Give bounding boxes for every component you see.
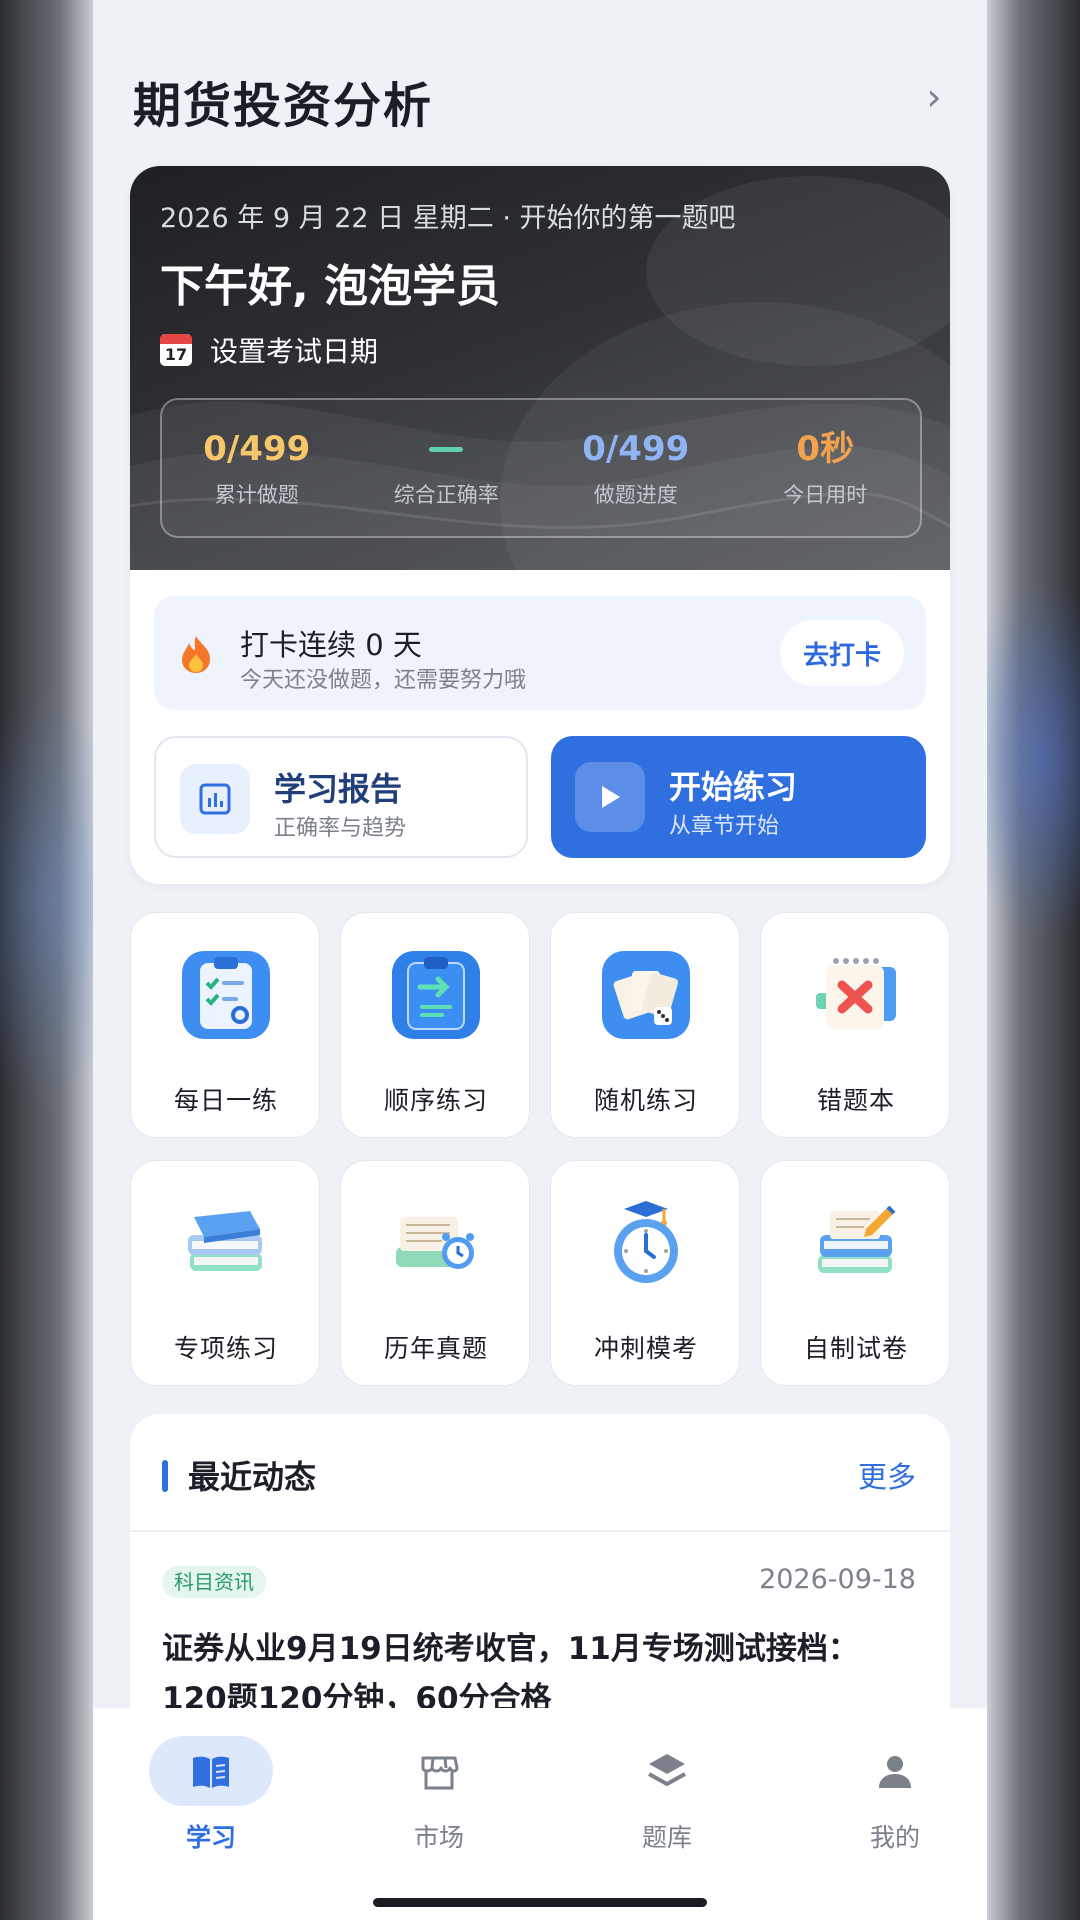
greeting: 下午好, 泡泡学员 <box>160 261 501 312</box>
tile-sequential-practice[interactable]: 顺序练习 <box>340 912 530 1138</box>
stat-label: 今日用时 <box>783 483 868 507</box>
news-category-badge: 科目资讯 <box>162 1566 266 1598</box>
tile-mock-exam[interactable]: 冲刺模考 <box>550 1160 740 1386</box>
set-exam-date[interactable]: 17 设置考试日期 <box>160 332 378 368</box>
play-icon <box>575 762 645 832</box>
calendar-x-icon <box>816 958 896 1029</box>
checkin-button[interactable]: 去打卡 <box>780 620 904 686</box>
tile-daily-practice[interactable]: 每日一练 <box>130 912 320 1138</box>
app-screen: 期货投资分析 › 2026 年 9 月 22 日 星期二 · 开始你的第一题吧 … <box>93 0 987 1920</box>
tile-wrong-answers[interactable]: 错题本 <box>760 912 950 1138</box>
books-pen-icon <box>818 1205 896 1273</box>
study-overview-card: 2026 年 9 月 22 日 星期二 · 开始你的第一题吧 下午好, 泡泡学员… <box>130 166 950 884</box>
streak-subtitle: 今天还没做题，还需要努力哦 <box>240 668 527 693</box>
study-report-button[interactable]: 学习报告 正确率与趋势 <box>154 736 528 858</box>
checkin-streak-banner: 打卡连续 0 天 今天还没做题，还需要努力哦 去打卡 <box>154 596 926 710</box>
cards-dice-icon <box>602 951 690 1039</box>
section-title: 最近动态 <box>188 1458 317 1496</box>
tile-label: 顺序练习 <box>383 1086 488 1115</box>
stat-value: 0秒 <box>796 429 855 469</box>
fire-icon <box>182 636 210 673</box>
tile-past-exams[interactable]: 历年真题 <box>340 1160 530 1386</box>
stat-time-today: 0秒 今日用时 <box>731 400 921 536</box>
streak-title: 打卡连续 0 天 <box>240 628 422 662</box>
section-accent-bar <box>162 1460 168 1492</box>
tab-market[interactable]: 市场 <box>359 1736 519 1852</box>
date-line: 2026 年 9 月 22 日 星期二 · 开始你的第一题吧 <box>160 203 736 234</box>
person-icon <box>879 1756 911 1788</box>
calendar-icon: 17 <box>160 334 192 366</box>
tile-label: 历年真题 <box>383 1334 488 1363</box>
chevron-right-icon[interactable]: › <box>919 78 949 116</box>
report-subtitle: 正确率与趋势 <box>274 816 407 841</box>
bar-chart-icon <box>180 764 250 834</box>
stat-value: 0/499 <box>203 429 311 469</box>
tile-topic-practice[interactable]: 专项练习 <box>130 1160 320 1386</box>
tab-question-bank[interactable]: 题库 <box>587 1736 747 1852</box>
stopwatch-cap-icon <box>614 1201 678 1283</box>
layers-icon <box>648 1754 686 1786</box>
tab-label: 题库 <box>641 1823 692 1852</box>
stat-label: 综合正确率 <box>393 483 499 507</box>
tile-label: 专项练习 <box>173 1334 278 1363</box>
empty-value-dash <box>429 447 464 452</box>
home-indicator[interactable] <box>373 1898 707 1907</box>
stat-accuracy: 综合正确率 <box>352 400 542 536</box>
page-header: 期货投资分析 › <box>93 0 987 166</box>
stat-label: 做题进度 <box>593 483 678 507</box>
stat-total-answered: 0/499 累计做题 <box>162 400 352 536</box>
start-title: 开始练习 <box>669 768 798 806</box>
divider <box>130 1530 950 1532</box>
report-title: 学习报告 <box>274 770 403 808</box>
tile-label: 随机练习 <box>593 1086 698 1115</box>
clipboard-checklist-icon <box>182 951 270 1039</box>
news-date: 2026-09-18 <box>759 1564 916 1595</box>
tab-study[interactable]: 学习 <box>131 1736 291 1852</box>
tile-label: 自制试卷 <box>803 1334 908 1363</box>
book-open-icon <box>193 1756 229 1788</box>
tile-random-practice[interactable]: 随机练习 <box>550 912 740 1138</box>
hero-banner: 2026 年 9 月 22 日 星期二 · 开始你的第一题吧 下午好, 泡泡学员… <box>130 166 950 570</box>
tab-label: 市场 <box>413 1823 464 1852</box>
stat-progress: 0/499 做题进度 <box>541 400 731 536</box>
page-title: 期货投资分析 <box>133 78 434 134</box>
more-link[interactable]: 更多 <box>858 1454 916 1496</box>
stat-value: 0/499 <box>582 429 690 469</box>
stat-label: 累计做题 <box>214 483 299 507</box>
tile-custom-paper[interactable]: 自制试卷 <box>760 1160 950 1386</box>
tile-label: 冲刺模考 <box>593 1334 698 1363</box>
bottom-tab-bar: 学习 市场 题库 我的 <box>93 1708 987 1920</box>
tab-label: 我的 <box>869 1823 920 1852</box>
tile-label: 每日一练 <box>173 1086 278 1115</box>
tab-label: 学习 <box>185 1823 236 1852</box>
start-subtitle: 从章节开始 <box>669 814 780 839</box>
tab-profile[interactable]: 我的 <box>815 1736 975 1852</box>
storefront-icon <box>421 1756 459 1790</box>
papers-clock-icon <box>396 1217 474 1269</box>
tile-label: 错题本 <box>816 1086 895 1115</box>
stats-panel: 0/499 累计做题 综合正确率 0/499 做题进度 0秒 今日用时 <box>160 398 922 538</box>
start-practice-button[interactable]: 开始练习 从章节开始 <box>551 736 926 858</box>
book-stack-icon <box>188 1211 262 1271</box>
clipboard-arrow-icon <box>392 951 480 1039</box>
set-exam-date-label: 设置考试日期 <box>210 335 379 368</box>
